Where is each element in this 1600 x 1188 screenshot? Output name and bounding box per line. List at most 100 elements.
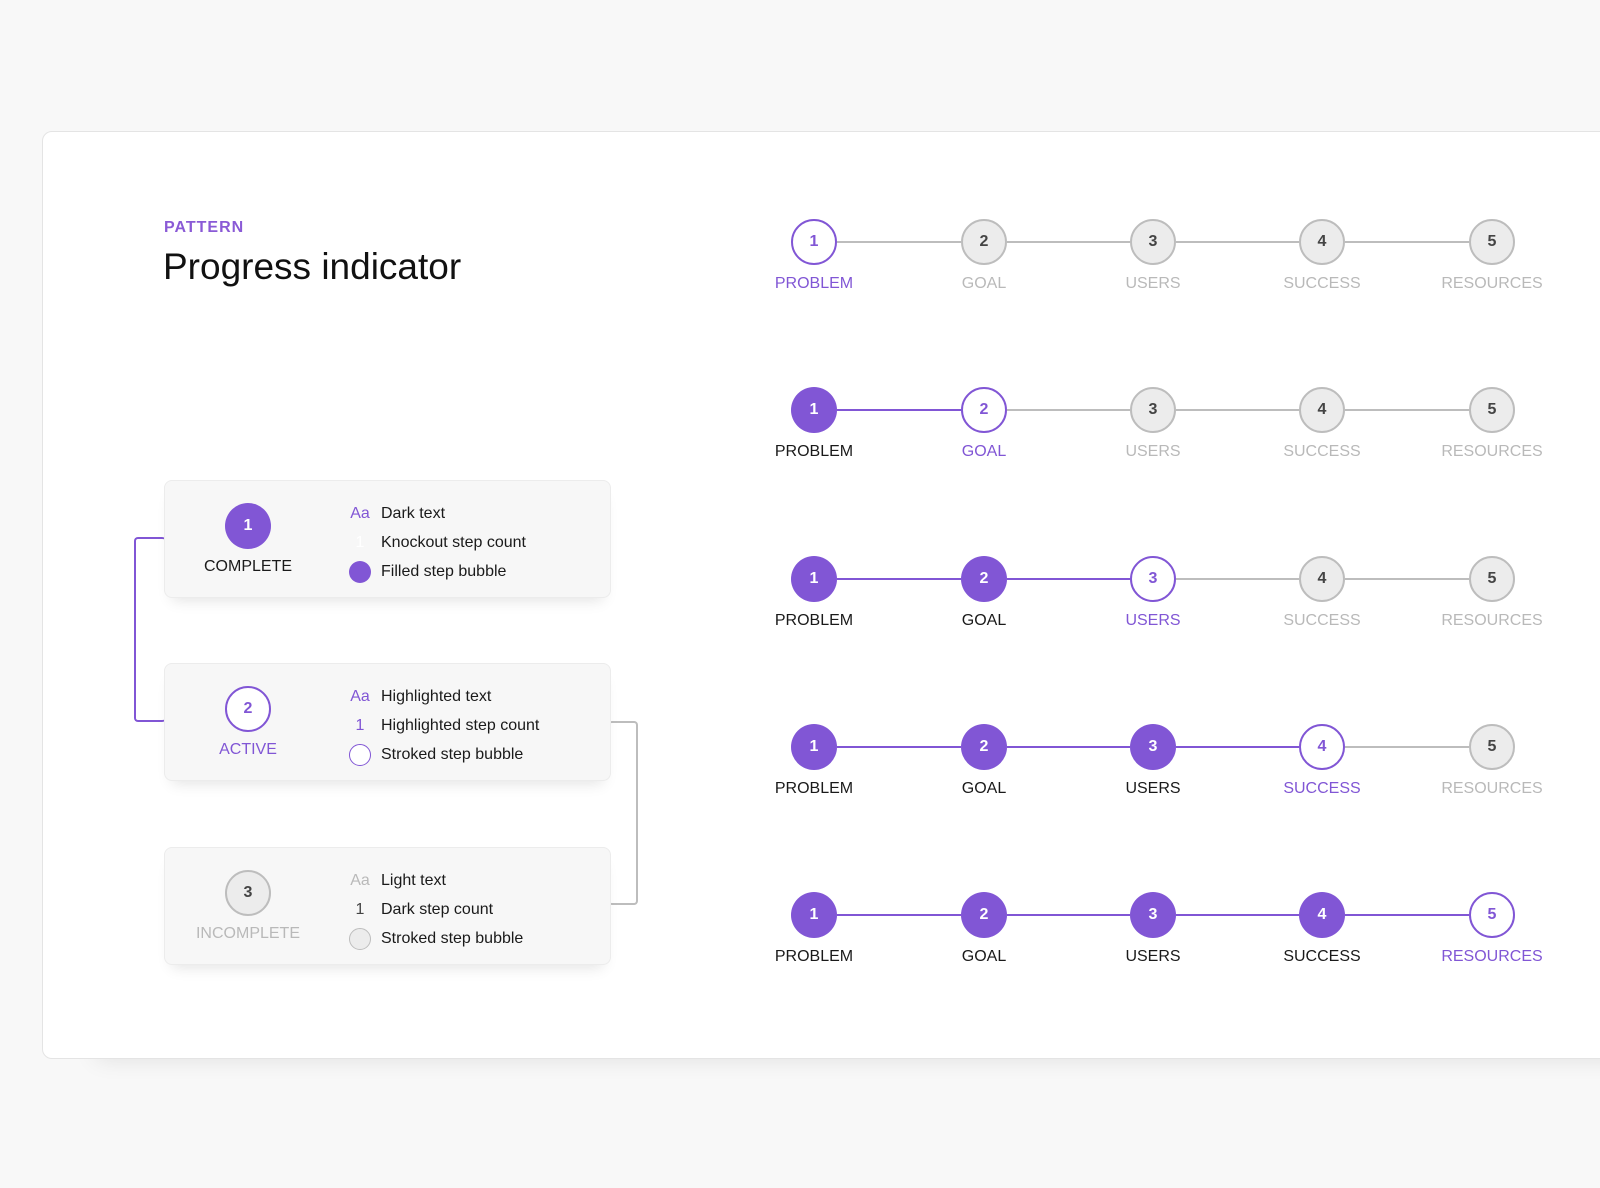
step-label-success[interactable]: SUCCESS bbox=[1252, 612, 1392, 630]
stroked-bubble-icon bbox=[349, 927, 371, 950]
legend-row: Aa Highlighted text bbox=[349, 682, 539, 711]
connector-complete-active bbox=[134, 537, 166, 722]
legend-row: 1 Knockout step count bbox=[349, 528, 526, 557]
step-connector bbox=[1345, 746, 1469, 748]
step-bubble-success-active[interactable]: 4 bbox=[1299, 724, 1345, 770]
step-count: 3 bbox=[243, 884, 253, 901]
step-bubble-users-active[interactable]: 3 bbox=[1130, 556, 1176, 602]
step-connector bbox=[837, 409, 961, 411]
step-connector bbox=[1007, 914, 1130, 916]
step-connector bbox=[1007, 578, 1130, 580]
step-bubble-resources-incomplete[interactable]: 5 bbox=[1469, 387, 1515, 433]
step-bubble-problem-complete[interactable]: 1 bbox=[791, 724, 837, 770]
step-connector bbox=[1176, 409, 1299, 411]
step-bubble-resources-incomplete[interactable]: 5 bbox=[1469, 556, 1515, 602]
step-label-goal[interactable]: GOAL bbox=[914, 275, 1054, 293]
step-connector bbox=[837, 578, 961, 580]
text-style-icon: Aa bbox=[350, 504, 370, 522]
step-count: 1 bbox=[243, 517, 253, 534]
incomplete-step-bubble: 3 bbox=[225, 870, 271, 916]
legend-row: Aa Dark text bbox=[349, 499, 526, 528]
step-label-success[interactable]: SUCCESS bbox=[1252, 443, 1392, 461]
step-label-goal[interactable]: GOAL bbox=[914, 443, 1054, 461]
legend-card-incomplete: 3 INCOMPLETE Aa Light text 1 Dark step c… bbox=[164, 847, 611, 965]
step-bubble-goal-active[interactable]: 2 bbox=[961, 387, 1007, 433]
step-bubble-resources-active[interactable]: 5 bbox=[1469, 892, 1515, 938]
step-bubble-users-incomplete[interactable]: 3 bbox=[1130, 219, 1176, 265]
step-label-goal[interactable]: GOAL bbox=[914, 948, 1054, 966]
legend-row: Filled step bubble bbox=[349, 557, 526, 586]
step-bubble-goal-incomplete[interactable]: 2 bbox=[961, 219, 1007, 265]
step-bubble-problem-complete[interactable]: 1 bbox=[791, 387, 837, 433]
step-label-problem[interactable]: PROBLEM bbox=[744, 780, 884, 798]
step-bubble-problem-complete[interactable]: 1 bbox=[791, 892, 837, 938]
step-connector bbox=[1345, 914, 1469, 916]
legend-row: Aa Light text bbox=[349, 866, 523, 895]
legend-row-label: Dark step count bbox=[381, 900, 494, 918]
step-bubble-resources-incomplete[interactable]: 5 bbox=[1469, 219, 1515, 265]
legend-row-label: Filled step bubble bbox=[381, 562, 507, 580]
step-connector bbox=[1007, 409, 1130, 411]
step-label-users[interactable]: USERS bbox=[1083, 612, 1223, 630]
legend-row: 1 Highlighted step count bbox=[349, 711, 540, 740]
step-connector bbox=[1345, 241, 1469, 243]
step-bubble-success-incomplete[interactable]: 4 bbox=[1299, 556, 1345, 602]
step-connector bbox=[1176, 241, 1299, 243]
step-label-problem[interactable]: PROBLEM bbox=[744, 612, 884, 630]
active-step-bubble: 2 bbox=[225, 686, 271, 732]
text-style-icon: Aa bbox=[350, 871, 370, 889]
step-label-problem[interactable]: PROBLEM bbox=[744, 948, 884, 966]
state-label: COMPLETE bbox=[203, 558, 292, 575]
state-label: INCOMPLETE bbox=[195, 925, 300, 942]
step-connector bbox=[1176, 914, 1299, 916]
legend-row-label: Knockout step count bbox=[381, 533, 526, 551]
step-count-swatch: 1 bbox=[355, 900, 365, 918]
step-bubble-users-complete[interactable]: 3 bbox=[1130, 892, 1176, 938]
step-label-goal[interactable]: GOAL bbox=[914, 780, 1054, 798]
step-bubble-goal-complete[interactable]: 2 bbox=[961, 892, 1007, 938]
step-bubble-success-incomplete[interactable]: 4 bbox=[1299, 219, 1345, 265]
step-connector bbox=[1345, 578, 1469, 580]
step-connector bbox=[1345, 409, 1469, 411]
step-bubble-resources-incomplete[interactable]: 5 bbox=[1469, 724, 1515, 770]
step-label-problem[interactable]: PROBLEM bbox=[744, 443, 884, 461]
legend-row: Stroked step bubble bbox=[349, 924, 523, 953]
step-label-resources[interactable]: RESOURCES bbox=[1422, 612, 1562, 630]
step-label-success[interactable]: SUCCESS bbox=[1252, 275, 1392, 293]
step-label-success[interactable]: SUCCESS bbox=[1252, 780, 1392, 798]
step-label-resources[interactable]: RESOURCES bbox=[1422, 275, 1562, 293]
legend-row-label: Highlighted text bbox=[381, 687, 492, 705]
step-bubble-success-incomplete[interactable]: 4 bbox=[1299, 387, 1345, 433]
step-label-resources[interactable]: RESOURCES bbox=[1422, 443, 1562, 461]
step-connector bbox=[837, 914, 961, 916]
legend-row: 1 Dark step count bbox=[349, 895, 523, 924]
step-label-users[interactable]: USERS bbox=[1083, 443, 1223, 461]
step-connector bbox=[837, 746, 961, 748]
step-bubble-problem-complete[interactable]: 1 bbox=[791, 556, 837, 602]
step-bubble-success-complete[interactable]: 4 bbox=[1299, 892, 1345, 938]
legend-row-label: Light text bbox=[381, 871, 446, 889]
step-label-resources[interactable]: RESOURCES bbox=[1422, 948, 1562, 966]
step-label-users[interactable]: USERS bbox=[1083, 780, 1223, 798]
step-connector bbox=[837, 241, 961, 243]
step-count: 2 bbox=[243, 700, 253, 717]
stroked-bubble-icon bbox=[349, 743, 371, 766]
step-bubble-goal-complete[interactable]: 2 bbox=[961, 724, 1007, 770]
step-bubble-users-complete[interactable]: 3 bbox=[1130, 724, 1176, 770]
step-bubble-problem-active[interactable]: 1 bbox=[791, 219, 837, 265]
state-label: ACTIVE bbox=[219, 741, 277, 758]
filled-bubble-icon bbox=[349, 560, 371, 583]
step-count-swatch: 1 bbox=[355, 533, 365, 551]
step-bubble-users-incomplete[interactable]: 3 bbox=[1130, 387, 1176, 433]
complete-step-bubble: 1 bbox=[225, 503, 271, 549]
step-label-resources[interactable]: RESOURCES bbox=[1422, 780, 1562, 798]
step-bubble-goal-complete[interactable]: 2 bbox=[961, 556, 1007, 602]
legend-row-label: Stroked step bubble bbox=[381, 929, 524, 947]
step-label-users[interactable]: USERS bbox=[1083, 948, 1223, 966]
step-label-success[interactable]: SUCCESS bbox=[1252, 948, 1392, 966]
step-label-goal[interactable]: GOAL bbox=[914, 612, 1054, 630]
pattern-eyebrow: PATTERN bbox=[164, 219, 245, 236]
step-label-users[interactable]: USERS bbox=[1083, 275, 1223, 293]
step-count-swatch: 1 bbox=[355, 716, 365, 734]
step-label-problem[interactable]: PROBLEM bbox=[744, 275, 884, 293]
